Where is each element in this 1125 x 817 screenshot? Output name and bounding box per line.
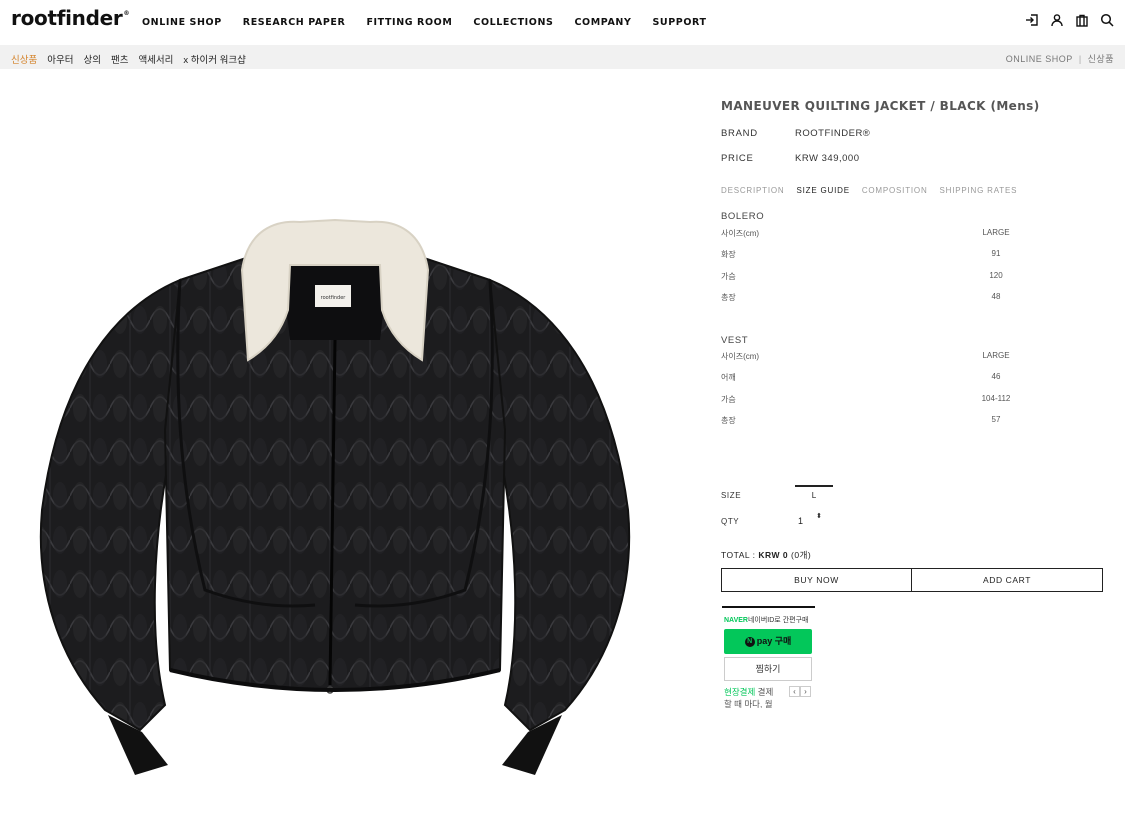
tab-composition[interactable]: COMPOSITION — [862, 186, 928, 195]
size-guide-value: 57 — [991, 415, 1001, 424]
price-label: PRICE — [721, 153, 754, 164]
naver-tagline: 네이버ID로 간편구매 — [747, 617, 809, 624]
size-guide-row: 총장 57 — [721, 415, 1026, 427]
total-label: TOTAL : — [721, 550, 756, 560]
nav-collections[interactable]: COLLECTIONS — [473, 17, 553, 28]
size-guide-value: LARGE — [982, 228, 1010, 237]
naver-pay-label: pay 구매 — [756, 636, 792, 646]
header-icons — [1025, 13, 1114, 27]
breadcrumb-new[interactable]: 신상품 — [1088, 54, 1114, 64]
size-guide-row: 화장 91 — [721, 249, 1026, 261]
size-guide-value: 46 — [991, 372, 1001, 381]
size-guide-row: 총장 48 — [721, 292, 1026, 304]
qty-label: QTY — [721, 517, 740, 526]
size-guide-key: 어깨 — [721, 373, 736, 382]
buy-now-button[interactable]: BUY NOW — [721, 568, 912, 592]
shopping-bag-icon[interactable] — [1075, 13, 1089, 27]
breadcrumb-online-shop[interactable]: ONLINE SHOP — [1006, 54, 1073, 64]
naver-n-icon: N — [744, 636, 755, 647]
naver-pay-divider — [722, 606, 815, 608]
size-guide-key: 화장 — [721, 250, 736, 259]
naver-pay-header: NAVER네이버ID로 간편구매 — [724, 615, 808, 625]
size-guide-key: 총장 — [721, 416, 736, 425]
size-guide-key: 사이즈(cm) — [721, 352, 760, 361]
site-header: rootfinder® ONLINE SHOP RESEARCH PAPER F… — [0, 0, 1125, 44]
size-guide-value: 104-112 — [981, 394, 1011, 403]
size-label: SIZE — [721, 491, 742, 500]
nav-online-shop[interactable]: ONLINE SHOP — [142, 17, 222, 28]
category-pants[interactable]: 팬츠 — [111, 52, 128, 66]
total-line: TOTAL : KRW 0 (0개) — [721, 549, 811, 561]
naver-promo-text: 결제 — [755, 687, 774, 697]
chevron-right-icon[interactable]: › — [800, 686, 811, 697]
nav-research-paper[interactable]: RESEARCH PAPER — [243, 17, 346, 28]
add-cart-button[interactable]: ADD CART — [911, 568, 1103, 592]
main-nav: ONLINE SHOP RESEARCH PAPER FITTING ROOM … — [142, 17, 728, 28]
size-guide-row: 어깨 46 — [721, 372, 1026, 384]
chevron-left-icon[interactable]: ‹ — [789, 686, 800, 697]
site-logo[interactable]: rootfinder® — [11, 6, 129, 30]
price-value: KRW 349,000 — [795, 153, 860, 164]
size-guide-vest-title: VEST — [721, 335, 749, 346]
size-guide-row: 가슴 120 — [721, 271, 1026, 283]
tab-shipping-rates[interactable]: SHIPPING RATES — [940, 186, 1018, 195]
naver-brand: NAVER — [724, 617, 748, 624]
size-option-l[interactable]: L — [795, 485, 833, 501]
size-guide-row: 가슴 104-112 — [721, 394, 1026, 406]
nav-support[interactable]: SUPPORT — [652, 17, 706, 28]
size-guide-key: 가슴 — [721, 272, 736, 281]
qty-input[interactable]: 1 — [798, 516, 803, 526]
product-title: MANEUVER QUILTING JACKET / BLACK (Mens) — [721, 99, 1040, 113]
total-count: (0개) — [791, 550, 812, 560]
category-bar: 신상품 아우터 상의 팬츠 액세서리 x 하이커 워크샵 ONLINE SHOP… — [0, 45, 1125, 69]
tab-description[interactable]: DESCRIPTION — [721, 186, 784, 195]
nav-fitting-room[interactable]: FITTING ROOM — [366, 17, 452, 28]
naver-promo-line-1: 현장결제 결제 — [724, 686, 773, 698]
size-guide-row: 사이즈(cm) LARGE — [721, 351, 1026, 363]
category-accessory[interactable]: 액세서리 — [138, 52, 173, 66]
size-guide-row: 사이즈(cm) LARGE — [721, 228, 1026, 240]
category-outer[interactable]: 아우터 — [47, 52, 73, 66]
category-hiker-workshop[interactable]: x 하이커 워크샵 — [183, 52, 245, 66]
size-guide-key: 가슴 — [721, 395, 736, 404]
size-guide-bolero-title: BOLERO — [721, 211, 765, 222]
login-icon[interactable] — [1025, 13, 1039, 27]
size-guide-key: 사이즈(cm) — [721, 229, 760, 238]
naver-pay-button[interactable]: Npay 구매 — [724, 629, 812, 654]
breadcrumb-separator: | — [1078, 54, 1082, 64]
naver-wishlist-button[interactable]: 찜하기 — [724, 657, 812, 681]
total-amount: KRW 0 — [758, 550, 789, 560]
size-guide-value: 120 — [989, 271, 1003, 280]
naver-promo-line-2: 할 때 마다, 월 — [724, 699, 773, 709]
product-image[interactable]: rootfinder — [30, 210, 640, 790]
breadcrumb: ONLINE SHOP | 신상품 — [1006, 52, 1114, 65]
category-top[interactable]: 상의 — [83, 52, 100, 66]
category-new[interactable]: 신상품 — [11, 52, 37, 66]
info-tabs: DESCRIPTION SIZE GUIDE COMPOSITION SHIPP… — [721, 186, 1029, 195]
search-icon[interactable] — [1100, 13, 1114, 27]
naver-promo-highlight: 현장결제 — [724, 687, 756, 697]
brand-value: ROOTFINDER® — [795, 128, 871, 139]
size-guide-key: 총장 — [721, 293, 736, 302]
nav-company[interactable]: COMPANY — [574, 17, 631, 28]
qty-stepper-icon[interactable]: ⬍ — [814, 513, 824, 520]
size-guide-value: LARGE — [982, 351, 1010, 360]
user-icon[interactable] — [1050, 13, 1064, 27]
garment-label: rootfinder — [321, 295, 347, 301]
category-list: 신상품 아우터 상의 팬츠 액세서리 x 하이커 워크샵 — [11, 52, 256, 66]
naver-promo-pager: ‹ › — [789, 686, 811, 697]
size-guide-value: 48 — [991, 292, 1001, 301]
brand-label: BRAND — [721, 128, 758, 139]
size-guide-value: 91 — [991, 249, 1001, 258]
tab-size-guide[interactable]: SIZE GUIDE — [796, 186, 849, 195]
